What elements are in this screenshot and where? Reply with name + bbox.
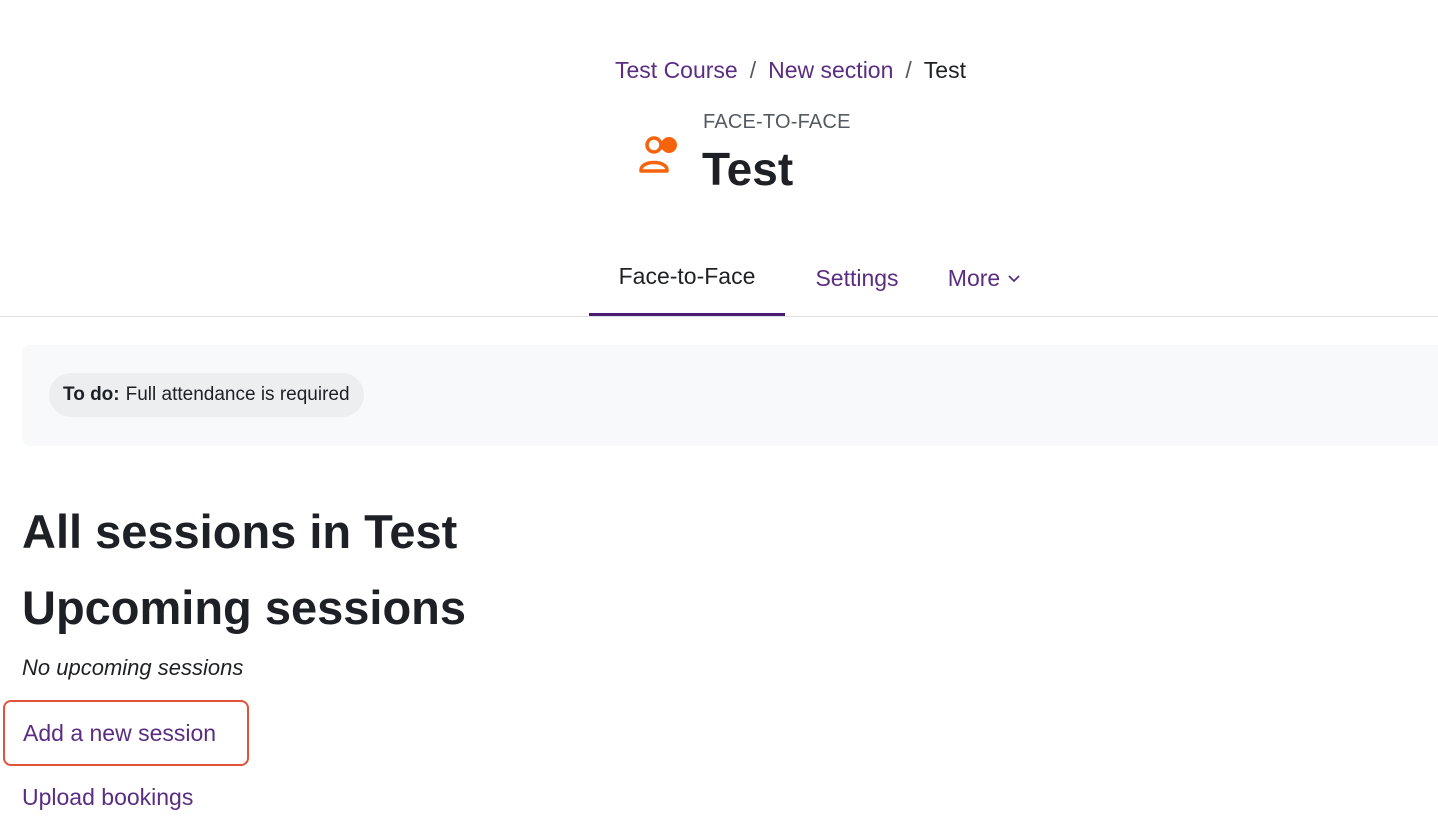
tab-label: Face-to-Face — [618, 263, 756, 289]
chevron-down-icon — [1008, 275, 1020, 282]
todo-label: To do: — [63, 384, 120, 405]
upload-bookings-link[interactable]: Upload bookings — [22, 784, 193, 811]
breadcrumb-item-current: Test — [923, 57, 966, 83]
tab-label: Settings — [815, 265, 899, 291]
module-type-label: FACE-TO-FACE — [703, 111, 851, 133]
tab-more[interactable]: More — [929, 240, 1039, 317]
breadcrumb-separator: / — [905, 57, 912, 83]
breadcrumb-separator: / — [749, 57, 757, 83]
add-new-session-link[interactable]: Add a new session — [3, 700, 249, 766]
face-to-face-people-icon — [639, 136, 677, 173]
breadcrumb-item-course[interactable]: Test Course — [615, 57, 738, 84]
tab-settings[interactable]: Settings — [785, 240, 929, 317]
breadcrumb-item-section[interactable]: New section — [768, 57, 893, 84]
add-new-session-label: Add a new session — [23, 719, 217, 746]
breadcrumb: Test Course / New section / Test — [615, 57, 966, 84]
completion-requirement-badge: To do: Full attendance is required — [49, 373, 364, 417]
tabs-divider — [0, 316, 1438, 317]
tab-label: More — [947, 265, 1001, 291]
secondary-navigation: Face-to-Face Settings More — [589, 240, 1039, 317]
todo-text: Full attendance is required — [125, 384, 350, 405]
page-title: Test — [702, 143, 794, 195]
all-sessions-heading: All sessions in Test — [22, 505, 458, 558]
activity-completion-panel: To do: Full attendance is required — [22, 345, 1438, 446]
tab-face-to-face[interactable]: Face-to-Face — [589, 240, 785, 317]
no-upcoming-sessions-text: No upcoming sessions — [22, 655, 244, 680]
upcoming-sessions-heading: Upcoming sessions — [22, 581, 466, 634]
